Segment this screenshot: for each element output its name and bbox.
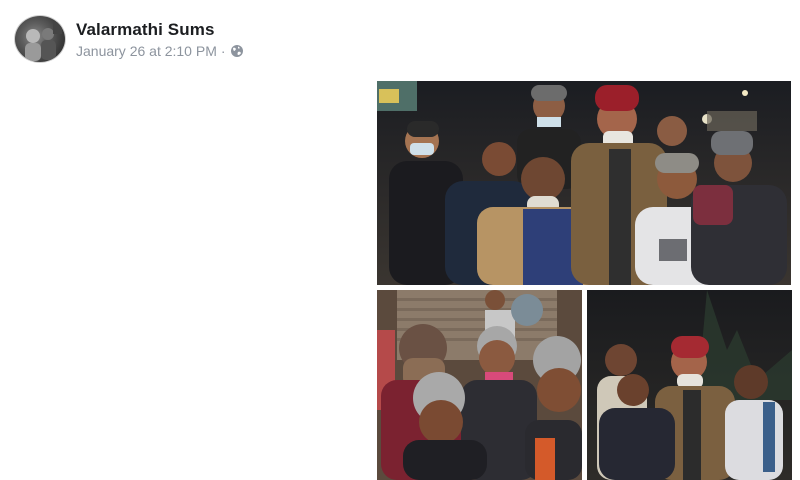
author-name[interactable]: Valarmathi Sums [76,20,215,40]
group-photo-night[interactable] [377,81,791,285]
group-photo-street[interactable] [587,290,792,480]
post-meta: January 26 at 2:10 PM · [76,43,244,59]
selfie-photo-beanies[interactable] [377,290,582,480]
avatar[interactable] [14,15,66,63]
meta-separator: · [220,43,226,59]
post-timestamp[interactable]: January 26 at 2:10 PM [76,43,217,59]
globe-icon[interactable] [230,44,244,58]
